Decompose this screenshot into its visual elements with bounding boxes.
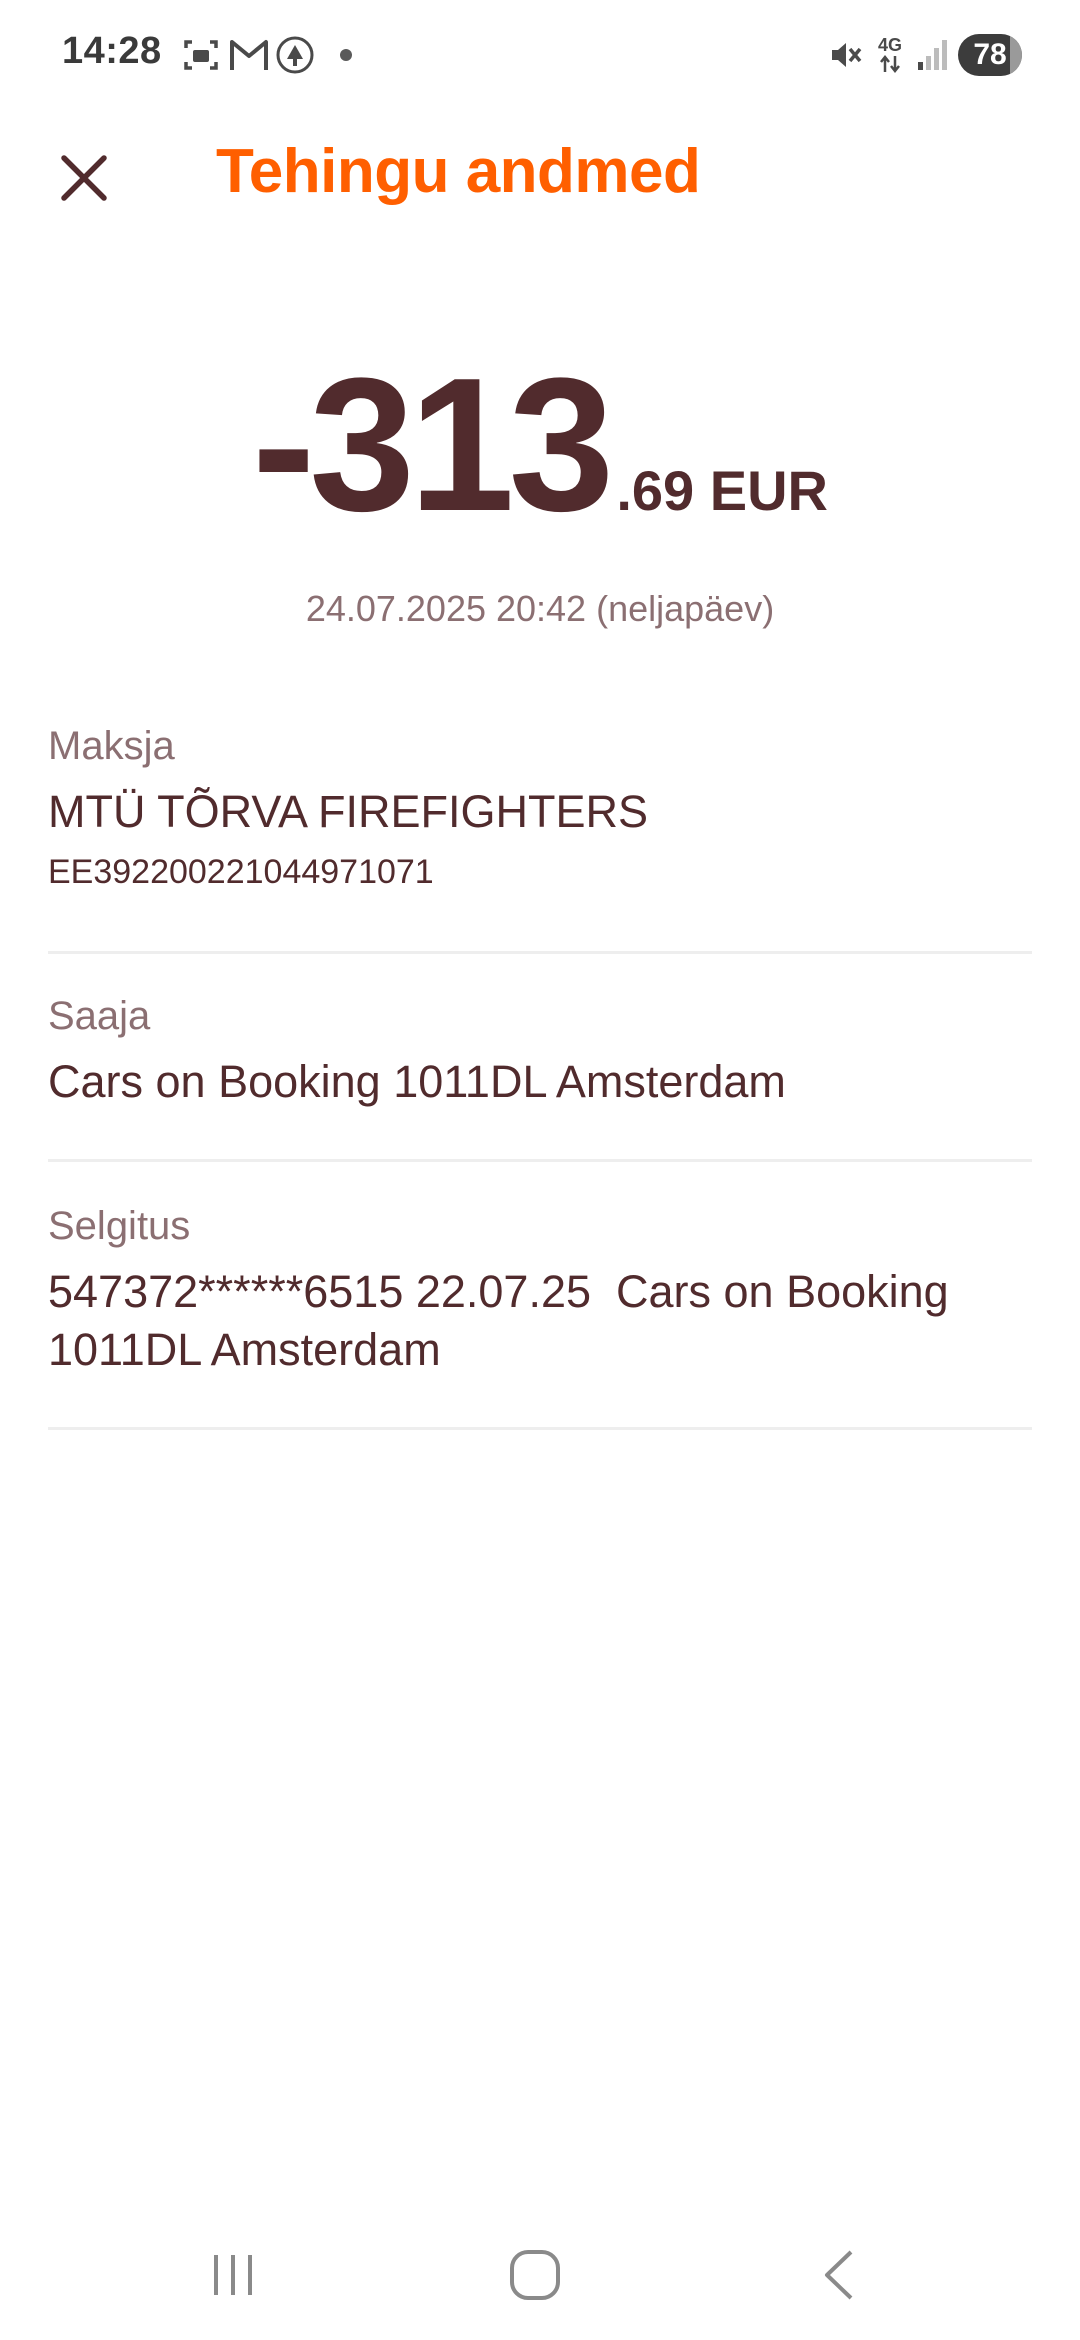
home-button[interactable] (490, 2240, 580, 2310)
status-bar: 14:28 4G 78 (0, 0, 1080, 110)
description-line-2: 1011DL Amsterdam (48, 1324, 441, 1375)
app-icon (274, 34, 316, 76)
payer-name: MTÜ TÕRVA FIREFIGHTERS (48, 786, 649, 837)
payer-section: Maksja MTÜ TÕRVA FIREFIGHTERS EE39220022… (48, 722, 1032, 954)
payer-label: Maksja (48, 724, 175, 768)
mute-icon (826, 34, 866, 76)
recipient-label: Saaja (48, 994, 151, 1038)
home-icon (510, 2250, 560, 2300)
recipient-name: Cars on Booking 1011DL Amsterdam (48, 1056, 786, 1107)
back-button[interactable] (794, 2240, 884, 2310)
payer-iban: EE392200221044971071 (48, 853, 434, 891)
notification-dot-icon (336, 34, 356, 76)
close-icon (61, 155, 107, 201)
recent-apps-icon (214, 2255, 252, 2295)
network-icon: 4G (872, 34, 908, 76)
screenshot-icon (180, 34, 222, 76)
recipient-section: Saaja Cars on Booking 1011DL Amsterdam (48, 992, 1032, 1162)
back-icon (825, 2250, 853, 2300)
battery-indicator: 78 (958, 34, 1022, 76)
transaction-datetime: 24.07.2025 20:42 (neljapäev) (305, 588, 775, 629)
amount-decimal: .69 EUR (616, 459, 828, 522)
amount-integer: -313 (252, 339, 614, 551)
page-title: Tehingu andmed (216, 137, 701, 206)
recent-apps-button[interactable] (188, 2240, 278, 2310)
description-label: Selgitus (48, 1204, 191, 1248)
status-time: 14:28 (62, 30, 162, 72)
close-button[interactable] (54, 148, 114, 208)
description-section: Selgitus 547372******6515 22.07.25 Cars … (48, 1202, 1032, 1430)
transaction-amount: -313.69 EUR (0, 350, 1080, 540)
gmail-icon (226, 34, 272, 76)
description-line-1: 547372******6515 22.07.25 Cars on Bookin… (48, 1266, 949, 1317)
signal-icon (914, 34, 950, 76)
